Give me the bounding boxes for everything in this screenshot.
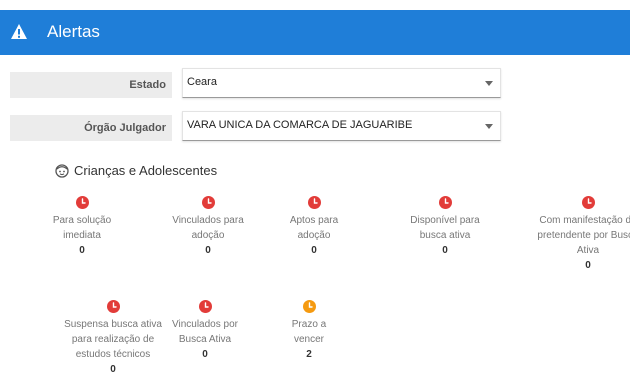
warning-triangle-icon [11, 24, 27, 39]
chevron-down-icon [485, 124, 493, 129]
alert-item[interactable]: Para solução imediata 0 [22, 196, 142, 258]
clock-icon [201, 196, 215, 209]
alert-item[interactable]: Disponível para busca ativa 0 [385, 196, 505, 258]
clock-icon [581, 196, 595, 209]
alert-label: imediata [63, 230, 101, 241]
clock-icon [106, 300, 120, 313]
orgao-select-value: VARA UNICA DA COMARCA DE JAGUARIBE [187, 119, 413, 131]
alert-item[interactable]: Aptos para adoção 0 [264, 196, 364, 258]
section-title: Crianças e Adolescentes [55, 163, 217, 178]
estado-label: Estado [10, 72, 172, 98]
orgao-select[interactable]: VARA UNICA DA COMARCA DE JAGUARIBE [182, 111, 501, 141]
alert-item[interactable]: Prazo a vencer 2 [269, 300, 349, 362]
alert-label: Aptos para [289, 215, 339, 226]
alert-label: Para solução [52, 215, 112, 226]
chevron-down-icon [485, 81, 493, 86]
estado-row: Estado Ceara [10, 68, 501, 98]
estado-select[interactable]: Ceara [182, 68, 501, 98]
alert-count: 0 [585, 260, 591, 271]
alert-count: 0 [311, 245, 317, 256]
orgao-label: Órgão Julgador [10, 115, 172, 141]
clock-icon [438, 196, 452, 209]
alert-label: vencer [293, 334, 324, 345]
alert-label: Vinculados por [172, 319, 238, 330]
alert-label: Ativa [576, 245, 600, 256]
alert-label: pretendente por Busca [537, 230, 630, 241]
alert-label: adoção [297, 230, 331, 241]
alert-item[interactable]: Vinculados por Busca Ativa 0 [150, 300, 260, 362]
alert-label: Vinculados para [172, 215, 244, 226]
alert-label: Disponível para [410, 215, 480, 226]
alert-count: 0 [79, 245, 85, 256]
alert-count: 0 [202, 349, 208, 360]
alert-count: 0 [205, 245, 211, 256]
alert-label: Com manifestação de [539, 215, 630, 226]
alert-label: Busca Ativa [178, 334, 232, 345]
clock-icon [198, 300, 212, 313]
alert-item[interactable]: Vinculados para adoção 0 [148, 196, 268, 258]
clock-icon [307, 196, 321, 209]
clock-icon [75, 196, 89, 209]
orgao-row: Órgão Julgador VARA UNICA DA COMARCA DE … [10, 111, 501, 141]
page-title: Alertas [47, 22, 100, 41]
alert-label: busca ativa [419, 230, 471, 241]
alert-item[interactable]: Com manifestação de pretendente por Busca… [533, 196, 630, 273]
alert-count: 0 [442, 245, 448, 256]
alert-count: 2 [306, 349, 312, 360]
alert-label: Prazo a [291, 319, 327, 330]
alert-count: 0 [110, 364, 116, 375]
alert-label: adoção [191, 230, 225, 241]
estado-select-value: Ceara [187, 76, 217, 88]
section-label: Crianças e Adolescentes [74, 163, 218, 178]
clock-icon [302, 300, 316, 313]
child-face-icon [55, 163, 69, 178]
alerts-header: Alertas [0, 10, 630, 55]
